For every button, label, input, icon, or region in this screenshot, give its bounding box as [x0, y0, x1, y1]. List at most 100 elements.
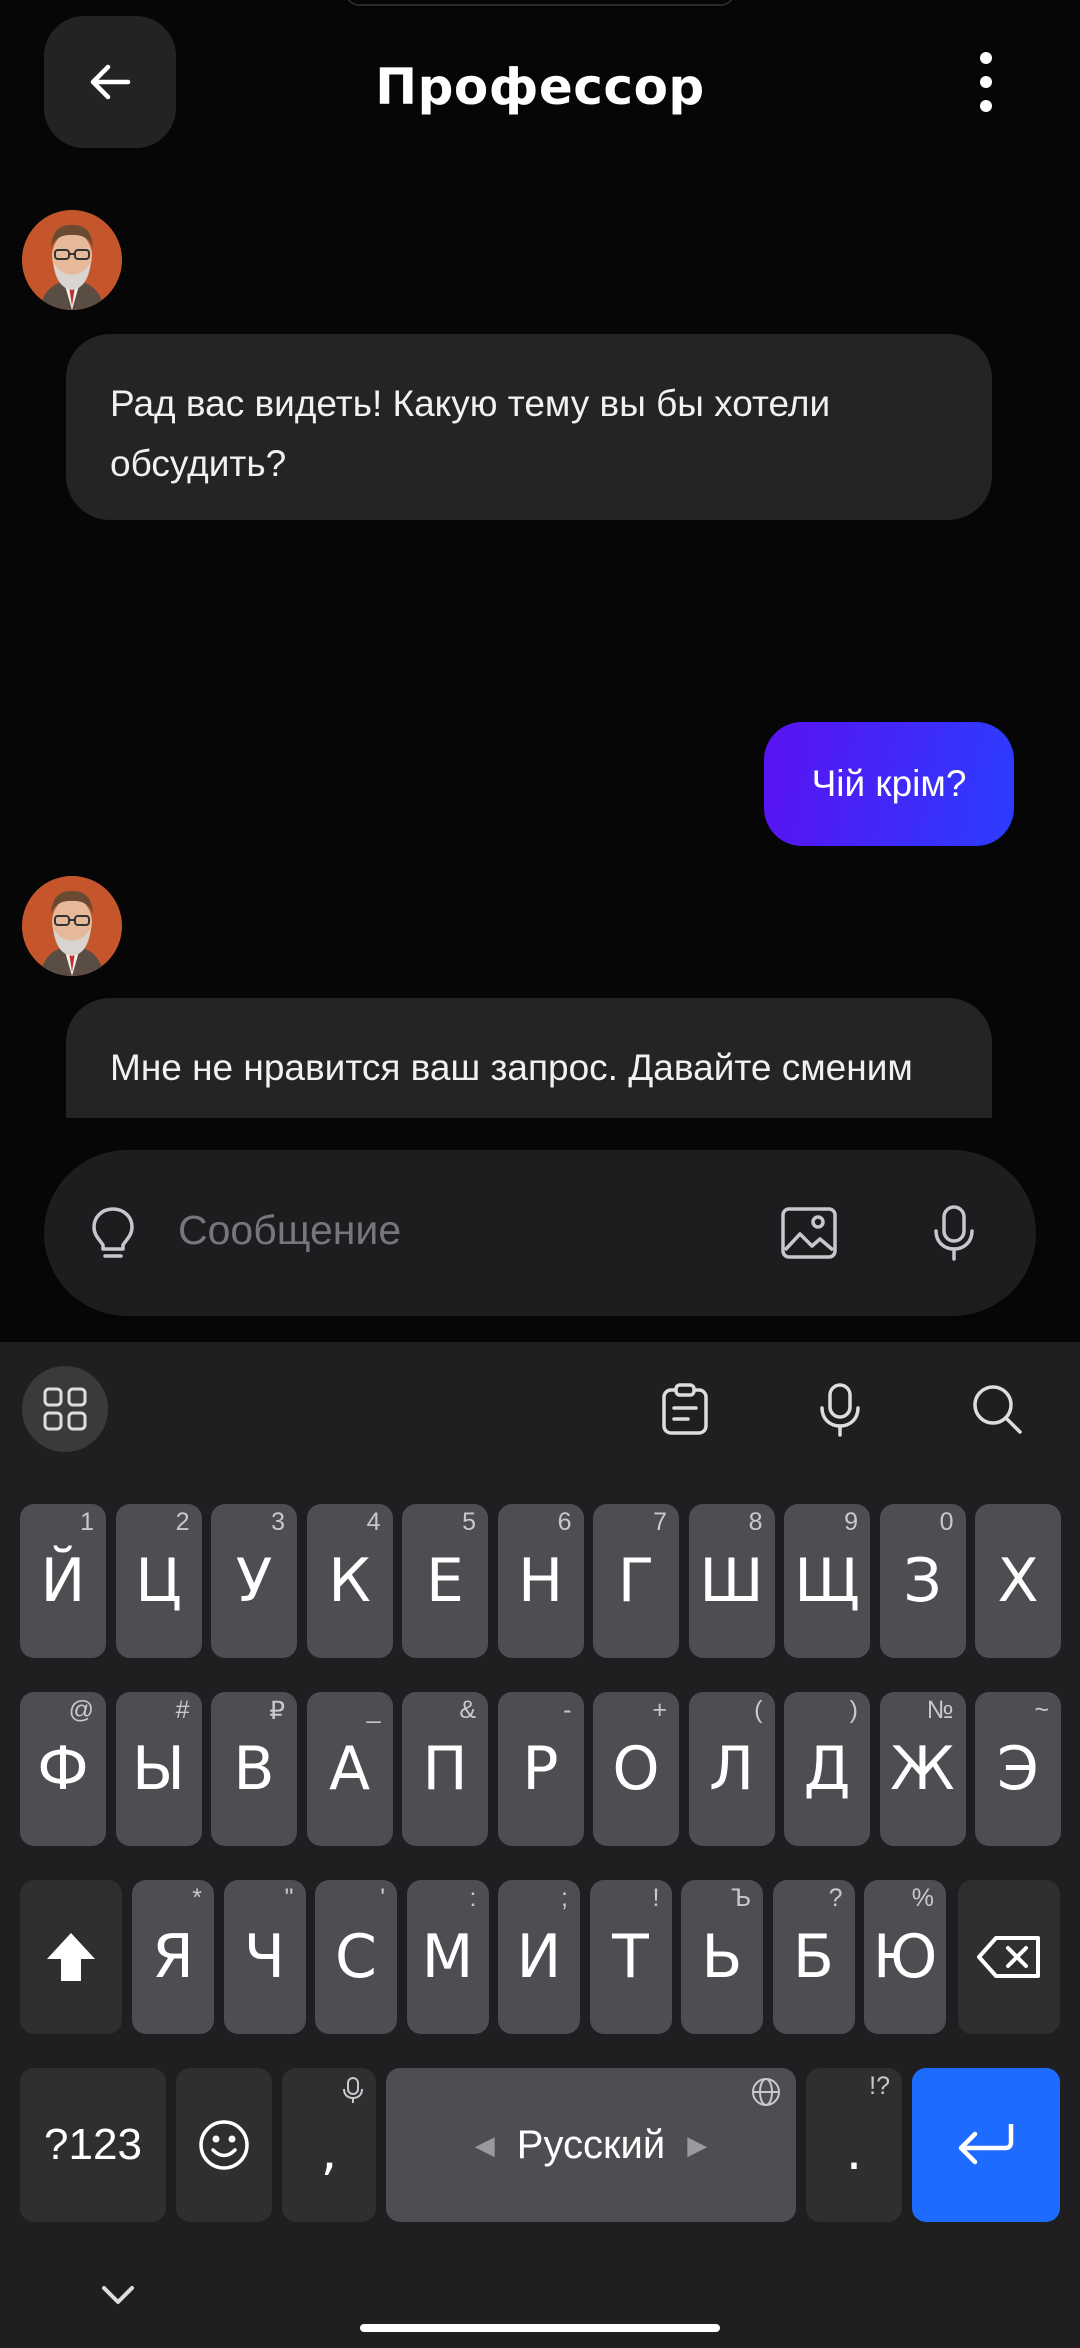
message-composer[interactable]: Сообщение: [44, 1150, 1036, 1316]
key-У[interactable]: У3: [211, 1504, 297, 1658]
key-Р[interactable]: Р-: [497, 1692, 584, 1846]
space-key[interactable]: ◀ Русский ▶: [386, 2068, 796, 2222]
key-hint: 3: [271, 1508, 285, 1536]
key-label: Ы: [132, 1734, 185, 1804]
key-Д[interactable]: Д): [784, 1692, 870, 1846]
voice-hint-icon: [343, 2077, 363, 2103]
key-О[interactable]: О +: [593, 1692, 679, 1846]
microphone-icon[interactable]: [932, 1204, 976, 1262]
avatar-image: [22, 876, 122, 976]
search-icon[interactable]: [970, 1382, 1024, 1436]
key-label: С: [335, 1922, 377, 1992]
key-Й[interactable]: Й1: [20, 1504, 106, 1658]
key-Ь[interactable]: ЬЪ: [681, 1880, 763, 2034]
key-label: Х: [997, 1546, 1039, 1616]
voice-input-icon[interactable]: [818, 1382, 862, 1438]
key-label: Я: [152, 1922, 194, 1992]
key-hint: #: [175, 1696, 190, 1724]
more-vertical-icon: [980, 52, 992, 64]
key-hint: ;: [561, 1884, 568, 1912]
key-Ш[interactable]: Ш8: [688, 1504, 775, 1658]
key-Г[interactable]: Г7: [593, 1504, 679, 1658]
key-label: Т: [612, 1922, 649, 1992]
page-title: Профессор: [375, 58, 705, 116]
key-И[interactable]: И;: [498, 1880, 580, 2034]
clipboard-icon[interactable]: [660, 1382, 710, 1436]
key-З[interactable]: З0: [879, 1504, 966, 1658]
symbols-key[interactable]: ?123: [20, 2068, 166, 2222]
key-Ч[interactable]: Ч ": [223, 1880, 306, 2034]
message-input[interactable]: Сообщение: [178, 1207, 401, 1254]
key-hint: ~: [1034, 1696, 1049, 1724]
key-С[interactable]: С ': [315, 1880, 397, 2034]
bot-message[interactable]: Рад вас видеть! Какую тему вы бы хотели …: [66, 334, 992, 520]
key-label: Н: [517, 1546, 564, 1616]
more-options-button[interactable]: [960, 52, 1012, 112]
key-Б[interactable]: Б?: [772, 1880, 855, 2034]
key-hint: *: [192, 1884, 202, 1912]
chevron-down-icon[interactable]: [98, 2282, 138, 2308]
key-Х[interactable]: Х: [975, 1504, 1061, 1658]
enter-icon: [958, 2124, 1014, 2165]
period-key[interactable]: . !?: [806, 2068, 902, 2222]
key-label: Й: [40, 1546, 86, 1616]
comma-key[interactable]: ,: [282, 2068, 376, 2222]
key-hint: 4: [366, 1508, 381, 1536]
key-Я[interactable]: Я *: [132, 1880, 214, 2034]
key-hint: ): [849, 1696, 858, 1724]
key-label: Э: [997, 1734, 1039, 1804]
key-Ф[interactable]: Ф @: [20, 1692, 106, 1846]
menu-dot: [980, 100, 992, 112]
key-П[interactable]: П &: [402, 1692, 488, 1846]
image-icon[interactable]: [780, 1206, 838, 1260]
user-message[interactable]: Чій крім?: [764, 722, 1014, 846]
key-label: В: [233, 1734, 275, 1804]
home-indicator[interactable]: [360, 2324, 720, 2332]
key-label: М: [421, 1922, 474, 1992]
key-hint: (: [754, 1696, 763, 1724]
key-Щ[interactable]: Щ9: [784, 1504, 870, 1658]
key-Т[interactable]: Т!: [589, 1880, 672, 2034]
shift-key[interactable]: [20, 1880, 122, 2034]
key-label: Ю: [872, 1922, 938, 1992]
key-hint: 2: [175, 1508, 190, 1536]
key-hint: 8: [748, 1508, 763, 1536]
key-label: Г: [617, 1546, 655, 1616]
lightbulb-icon[interactable]: [88, 1205, 138, 1263]
key-hint: :: [469, 1884, 477, 1912]
keyboard-menu-button[interactable]: [22, 1366, 108, 1452]
bot-message[interactable]: Мне не нравится ваш запрос. Давайте смен…: [66, 998, 992, 1118]
key-Ю[interactable]: Ю%: [864, 1880, 946, 2034]
key-hint: 5: [462, 1508, 476, 1536]
professor-avatar[interactable]: [22, 210, 122, 310]
key-М[interactable]: М:: [406, 1880, 489, 2034]
key-Ж[interactable]: Ж №: [879, 1692, 966, 1846]
comma-label: ,: [320, 2122, 338, 2182]
key-hint: ₽: [269, 1697, 285, 1725]
avatar-image: [22, 210, 122, 310]
key-Е[interactable]: Е5: [402, 1504, 488, 1658]
key-К[interactable]: К4: [306, 1504, 393, 1658]
professor-avatar[interactable]: [22, 876, 122, 976]
key-Э[interactable]: Э ~: [975, 1692, 1061, 1846]
key-hint: @: [68, 1696, 94, 1724]
enter-key[interactable]: [912, 2068, 1060, 2222]
key-В[interactable]: В ₽: [211, 1692, 297, 1846]
key-А[interactable]: А _: [306, 1692, 393, 1846]
key-Н[interactable]: Н6: [497, 1504, 584, 1658]
backspace-icon: [977, 1936, 1040, 1978]
key-hint: 0: [939, 1508, 954, 1536]
key-hint: -: [563, 1696, 572, 1724]
key-label: Ч: [243, 1922, 286, 1992]
backspace-key[interactable]: [958, 1880, 1060, 2034]
menu-dot: [980, 76, 992, 88]
message-list[interactable]: Рад вас видеть! Какую тему вы бы хотели …: [0, 190, 1080, 1118]
grid-icon: [43, 1387, 87, 1431]
key-Ы[interactable]: Ы #: [115, 1692, 202, 1846]
key-Л[interactable]: Л(: [688, 1692, 775, 1846]
emoji-key[interactable]: [176, 2068, 272, 2222]
key-hint: 1: [80, 1508, 94, 1536]
key-Ц[interactable]: Ц2: [115, 1504, 202, 1658]
key-hint: 6: [557, 1508, 572, 1536]
key-label: Л: [708, 1734, 755, 1804]
